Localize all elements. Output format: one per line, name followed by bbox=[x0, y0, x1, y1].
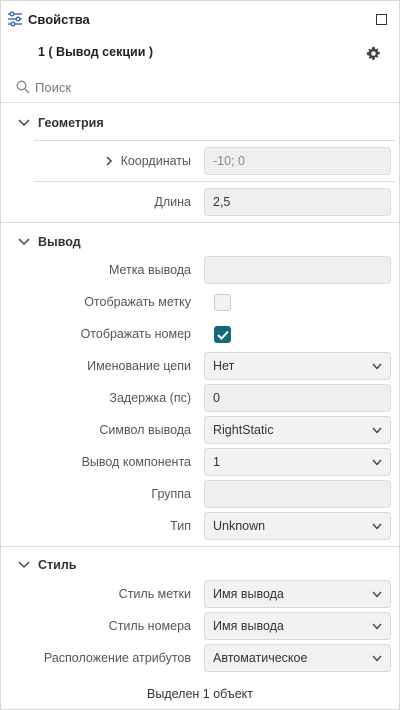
field-value: Нет bbox=[213, 359, 235, 373]
delay-input[interactable]: 0 bbox=[204, 384, 391, 412]
field-value: Unknown bbox=[213, 519, 266, 533]
component-pin-select[interactable]: 1 bbox=[204, 448, 391, 476]
show-number-checkbox[interactable] bbox=[214, 326, 231, 343]
number-style-select[interactable]: Имя вывода bbox=[204, 612, 391, 640]
checkmark-icon bbox=[217, 330, 229, 340]
chevron-right-icon[interactable] bbox=[105, 156, 113, 166]
property-row-coordinates: Координаты -10; 0 bbox=[1, 147, 399, 175]
section-geometry[interactable]: Геометрия bbox=[1, 109, 399, 137]
show-label-checkbox[interactable] bbox=[214, 294, 231, 311]
property-row-label-style: Стиль метки Имя вывода bbox=[1, 580, 399, 608]
divider bbox=[1, 546, 399, 547]
field-value: RightStatic bbox=[213, 423, 274, 437]
pin-label-input[interactable] bbox=[204, 256, 391, 284]
search-bar bbox=[1, 71, 399, 103]
sliders-icon bbox=[8, 11, 22, 27]
chevron-down-icon bbox=[372, 363, 382, 370]
chevron-down-icon bbox=[18, 119, 30, 127]
selection-status: Выделен 1 объект bbox=[147, 687, 253, 701]
property-row-delay: Задержка (пс) 0 bbox=[1, 384, 399, 412]
property-label: Группа bbox=[151, 487, 191, 501]
property-label: Стиль номера bbox=[108, 619, 191, 633]
gear-icon[interactable] bbox=[366, 46, 381, 61]
property-row-net-naming: Именование цепи Нет bbox=[1, 352, 399, 380]
divider bbox=[34, 181, 395, 182]
chevron-down-icon bbox=[372, 655, 382, 662]
property-row-show-label: Отображать метку bbox=[1, 288, 399, 316]
property-label: Расположение атрибутов bbox=[43, 651, 191, 665]
section-title: Геометрия bbox=[38, 116, 104, 130]
property-label: Координаты bbox=[120, 154, 191, 168]
chevron-down-icon bbox=[18, 561, 30, 569]
property-label: Отображать метку bbox=[84, 295, 191, 309]
property-row-attr-placement: Расположение атрибутов Автоматическое bbox=[1, 644, 399, 672]
property-label: Именование цепи bbox=[87, 359, 191, 373]
group-input[interactable] bbox=[204, 480, 391, 508]
property-label: Символ вывода bbox=[99, 423, 191, 437]
property-label: Тип bbox=[170, 519, 191, 533]
panel-title: Свойства bbox=[28, 12, 90, 27]
property-label: Стиль метки bbox=[118, 587, 191, 601]
search-icon bbox=[16, 80, 30, 94]
chevron-down-icon bbox=[372, 459, 382, 466]
chevron-down-icon bbox=[372, 591, 382, 598]
property-row-pin-label: Метка вывода bbox=[1, 256, 399, 284]
attr-placement-select[interactable]: Автоматическое bbox=[204, 644, 391, 672]
property-label: Задержка (пс) bbox=[109, 391, 191, 405]
field-value: Автоматическое bbox=[213, 651, 308, 665]
type-select[interactable]: Unknown bbox=[204, 512, 391, 540]
property-label: Метка вывода bbox=[108, 263, 191, 277]
property-row-group: Группа bbox=[1, 480, 399, 508]
property-row-show-number: Отображать номер bbox=[1, 320, 399, 348]
coordinates-field: -10; 0 bbox=[204, 147, 391, 175]
property-row-type: Тип Unknown bbox=[1, 512, 399, 540]
divider bbox=[1, 222, 399, 223]
property-row-pin-symbol: Символ вывода RightStatic bbox=[1, 416, 399, 444]
property-row-number-style: Стиль номера Имя вывода bbox=[1, 612, 399, 640]
chevron-down-icon bbox=[372, 523, 382, 530]
divider bbox=[34, 140, 395, 141]
section-title: Вывод bbox=[38, 235, 81, 249]
object-title: 1 ( Вывод секции ) bbox=[38, 45, 154, 59]
chevron-down-icon bbox=[372, 623, 382, 630]
pin-symbol-select[interactable]: RightStatic bbox=[204, 416, 391, 444]
section-pin[interactable]: Вывод bbox=[1, 228, 399, 256]
field-value: Имя вывода bbox=[213, 619, 284, 633]
property-row-length: Длина 2,5 bbox=[1, 188, 399, 216]
properties-panel: Свойства 1 ( Вывод секции ) Геометрия Ко… bbox=[0, 0, 400, 710]
net-naming-select[interactable]: Нет bbox=[204, 352, 391, 380]
search-input[interactable] bbox=[35, 77, 375, 97]
field-value: 2,5 bbox=[213, 195, 231, 209]
label-style-select[interactable]: Имя вывода bbox=[204, 580, 391, 608]
chevron-down-icon bbox=[18, 238, 30, 246]
panel-header: Свойства bbox=[1, 1, 399, 37]
field-value: 1 bbox=[213, 455, 220, 469]
maximize-icon[interactable] bbox=[376, 14, 387, 25]
field-value: -10; 0 bbox=[213, 154, 245, 168]
field-value: 0 bbox=[213, 391, 220, 405]
length-input[interactable]: 2,5 bbox=[204, 188, 391, 216]
property-label: Вывод компонента bbox=[81, 455, 191, 469]
property-label: Отображать номер bbox=[80, 327, 191, 341]
section-title: Стиль bbox=[38, 558, 77, 572]
chevron-down-icon bbox=[372, 427, 382, 434]
section-style[interactable]: Стиль bbox=[1, 551, 399, 579]
property-label: Длина bbox=[154, 195, 191, 209]
field-value: Имя вывода bbox=[213, 587, 284, 601]
property-row-component-pin: Вывод компонента 1 bbox=[1, 448, 399, 476]
